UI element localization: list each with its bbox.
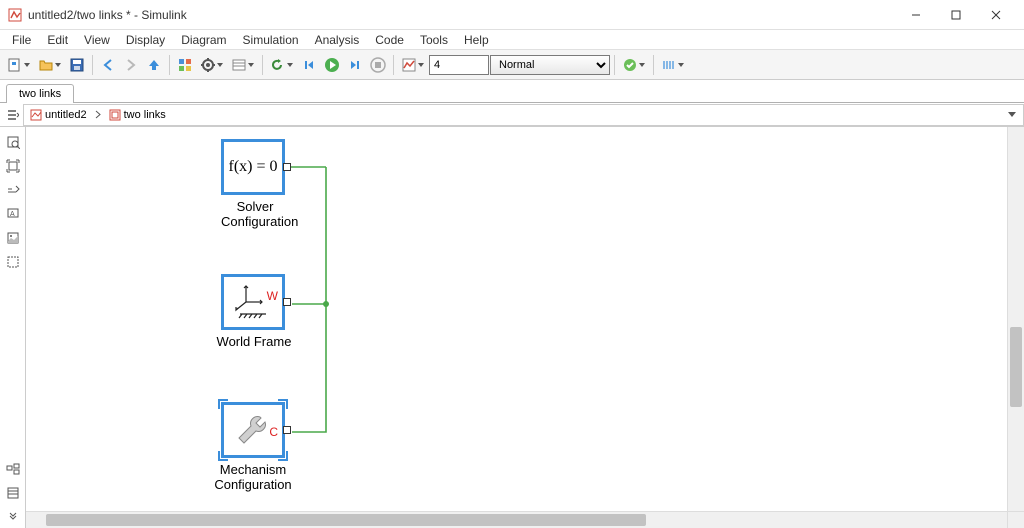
annotation-icon[interactable]: A: [2, 203, 24, 225]
model-config-button[interactable]: [197, 54, 227, 76]
property-inspector-icon[interactable]: [2, 482, 24, 504]
menu-diagram[interactable]: Diagram: [173, 31, 234, 49]
menubar: File Edit View Display Diagram Simulatio…: [0, 30, 1024, 50]
horizontal-scrollbar[interactable]: [26, 511, 1007, 528]
palette: A: [0, 127, 26, 528]
back-button[interactable]: [97, 54, 119, 76]
vertical-scrollbar[interactable]: [1007, 127, 1024, 511]
up-button[interactable]: [143, 54, 165, 76]
block-world-port[interactable]: [283, 298, 291, 306]
scroll-corner: [1007, 511, 1024, 528]
maximize-button[interactable]: [936, 2, 976, 28]
menu-analysis[interactable]: Analysis: [307, 31, 368, 49]
model-icon: [30, 109, 42, 121]
titlebar: untitled2/two links * - Simulink: [0, 0, 1024, 30]
step-back-button[interactable]: [298, 54, 320, 76]
breadcrumb-root[interactable]: untitled2: [26, 109, 91, 121]
menu-code[interactable]: Code: [367, 31, 412, 49]
tabstrip: two links: [0, 80, 1024, 103]
viewmarks-icon[interactable]: [2, 458, 24, 480]
workspace: A: [0, 127, 1024, 528]
menu-simulation[interactable]: Simulation: [235, 31, 307, 49]
open-button[interactable]: [35, 54, 65, 76]
menu-display[interactable]: Display: [118, 31, 173, 49]
simulink-appicon: [8, 8, 22, 22]
sim-mode-select[interactable]: Normal: [490, 55, 610, 75]
breadcrumb-dropdown-icon[interactable]: [1003, 106, 1021, 124]
menu-view[interactable]: View: [76, 31, 118, 49]
window-title: untitled2/two links * - Simulink: [28, 8, 896, 22]
update-diagram-button[interactable]: [619, 54, 649, 76]
breadcrumb-child-label: two links: [124, 109, 166, 121]
block-mech-label: Mechanism Configuration: [203, 462, 303, 492]
area-icon[interactable]: [2, 251, 24, 273]
block-solver-text: f(x) = 0: [228, 158, 277, 176]
toolbar: Normal: [0, 50, 1024, 80]
block-solver-configuration[interactable]: f(x) = 0 Solver Configuration: [221, 139, 289, 229]
tab-model[interactable]: two links: [6, 84, 74, 103]
fit-view-icon[interactable]: [2, 155, 24, 177]
block-world-frame[interactable]: W World Frame: [221, 274, 289, 349]
data-inspector-button[interactable]: [398, 54, 428, 76]
svg-text:A: A: [10, 211, 15, 218]
modelbar: untitled2 two links: [0, 103, 1024, 127]
zoom-icon[interactable]: [2, 179, 24, 201]
block-mechanism-configuration[interactable]: C Mechanism Configuration: [221, 402, 289, 492]
expand-icon[interactable]: [2, 506, 24, 528]
run-button[interactable]: [321, 54, 343, 76]
schedule-button[interactable]: [658, 54, 688, 76]
save-button[interactable]: [66, 54, 88, 76]
block-world-label: World Frame: [209, 334, 299, 349]
block-mech-port[interactable]: [283, 426, 291, 434]
hide-palette-button[interactable]: [0, 104, 24, 126]
breadcrumb-sep-icon: [93, 110, 103, 119]
menu-edit[interactable]: Edit: [39, 31, 76, 49]
block-solver-label: Solver Configuration: [221, 199, 289, 229]
canvas[interactable]: f(x) = 0 Solver Configuration: [26, 127, 1024, 528]
fast-restart-button[interactable]: [267, 54, 297, 76]
close-button[interactable]: [976, 2, 1016, 28]
menu-help[interactable]: Help: [456, 31, 497, 49]
forward-button[interactable]: [120, 54, 142, 76]
subsystem-icon: [109, 109, 121, 121]
library-browser-button[interactable]: [174, 54, 196, 76]
canvas-area: f(x) = 0 Solver Configuration: [26, 127, 1024, 528]
mech-badge: C: [269, 425, 278, 439]
minimize-button[interactable]: [896, 2, 936, 28]
world-badge: W: [267, 289, 278, 303]
breadcrumb: untitled2 two links: [24, 104, 1024, 126]
block-solver-port[interactable]: [283, 163, 291, 171]
wires: [26, 127, 1024, 527]
menu-file[interactable]: File: [4, 31, 39, 49]
step-forward-button[interactable]: [344, 54, 366, 76]
stop-button[interactable]: [367, 54, 389, 76]
model-explorer-button[interactable]: [228, 54, 258, 76]
breadcrumb-child[interactable]: two links: [105, 109, 170, 121]
browser-toggle-icon[interactable]: [2, 131, 24, 153]
breadcrumb-root-label: untitled2: [45, 109, 87, 121]
menu-tools[interactable]: Tools: [412, 31, 456, 49]
stop-time-input[interactable]: [429, 55, 489, 75]
image-icon[interactable]: [2, 227, 24, 249]
new-model-button[interactable]: [4, 54, 34, 76]
